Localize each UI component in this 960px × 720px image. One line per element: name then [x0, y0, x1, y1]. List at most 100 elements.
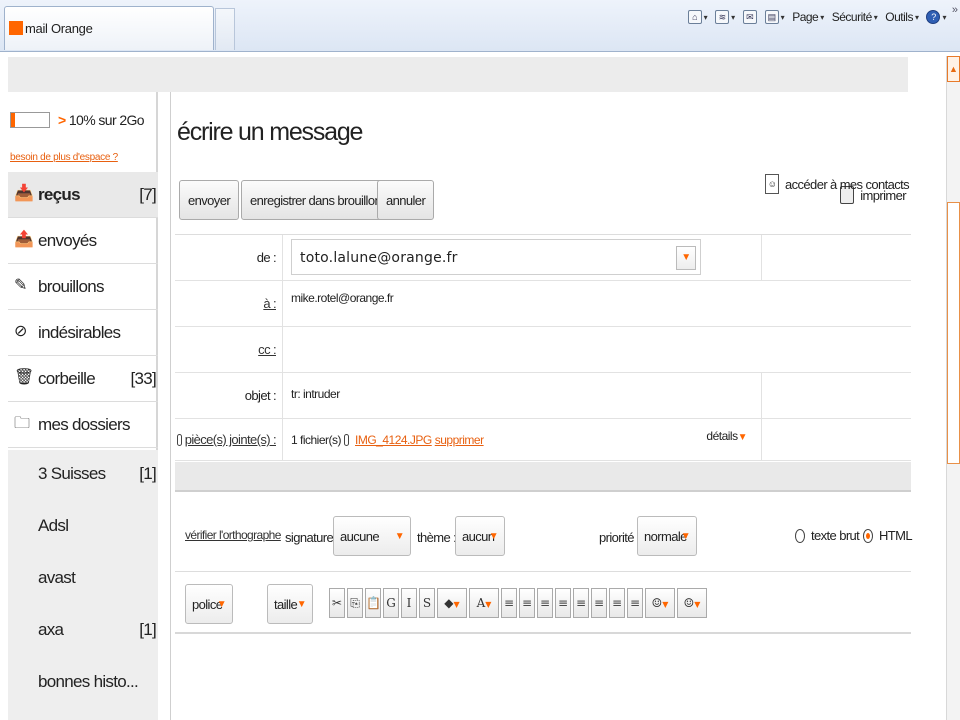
subject-row: objet : tr: intruder: [175, 373, 911, 419]
editor-toolbar: police ▼ taille ▼ ✂ ⎘ 📋 G I S ◆▼ A▼ ≡ ≡ ≡ ≡ ≡ ≡ ≡ ≡ ☺▼ ☺▼: [175, 572, 911, 634]
browser-tab[interactable]: mail Orange: [4, 6, 214, 50]
feeds-button[interactable]: ≋ ▾: [715, 10, 735, 24]
subfolder-item[interactable]: avast: [8, 554, 158, 606]
chevron-down-icon: ▼: [662, 600, 669, 609]
html-label: HTML: [879, 528, 913, 543]
help-menu[interactable]: ? ▾: [926, 10, 946, 24]
image-button[interactable]: ☺▼: [645, 588, 675, 618]
bullet-list-button[interactable]: ≡: [519, 588, 535, 618]
quota-label: 10% sur 2Go: [68, 112, 145, 128]
align-left-icon: ≡: [575, 596, 587, 610]
highlight-button[interactable]: ◆▼: [437, 588, 467, 618]
subfolder-label: avast: [38, 568, 76, 587]
send-button[interactable]: envoyer: [179, 180, 240, 220]
from-select[interactable]: toto.lalune@orange.fr ▼: [291, 239, 701, 275]
subfolder-item[interactable]: 3 Suisses [1]: [8, 450, 158, 502]
attachment-label: pièce(s) jointe(s) :: [184, 432, 277, 447]
scroll-up-arrow-icon[interactable]: ▲: [947, 56, 960, 82]
theme-select[interactable]: aucun ▼: [455, 516, 505, 556]
tools-menu[interactable]: Outils ▾: [885, 10, 919, 24]
page-scrollbar[interactable]: ▲: [946, 56, 960, 720]
print-button[interactable]: ▤ ▾: [764, 10, 785, 24]
page-title: écrire un message: [177, 118, 363, 146]
folder-sidebar: > 10% sur 2Go besoin de plus d'espace ? …: [8, 92, 158, 720]
security-menu[interactable]: Sécurité ▾: [832, 10, 878, 24]
image-icon: ☺: [651, 596, 663, 610]
folder-sent[interactable]: 📤 envoyés: [8, 218, 158, 264]
home-button[interactable]: ⌂ ▾: [687, 10, 708, 24]
contacts-link[interactable]: ☺ accéder à mes contacts: [761, 138, 911, 230]
scroll-thumb[interactable]: [947, 202, 960, 464]
html-radio[interactable]: HTML: [863, 528, 913, 543]
subfolder-item[interactable]: Adsl: [8, 502, 158, 554]
align-right-button[interactable]: ≡: [609, 588, 625, 618]
copy-icon: ⎘: [350, 596, 360, 610]
chevron-down-icon: ▼: [694, 600, 701, 609]
formatting-buttons: ✂ ⎘ 📋 G I S ◆▼ A▼ ≡ ≡ ≡ ≡ ≡ ≡ ≡ ≡ ☺▼ ☺▼: [329, 588, 707, 618]
subfolder-item[interactable]: axa [1]: [8, 606, 158, 658]
signature-select[interactable]: aucune ▼: [333, 516, 411, 556]
chevron-down-icon: ▼: [296, 598, 307, 610]
folder-trash[interactable]: 🗑 corbeille [33]: [8, 356, 158, 402]
chevron-down-icon[interactable]: ▼: [676, 246, 696, 270]
subfolder-label: Adsl: [38, 516, 69, 535]
details-toggle[interactable]: détails▼: [706, 429, 747, 443]
numbered-list-icon: ≡: [503, 596, 515, 610]
browser-toolbar: mail Orange ⌂ ▾ ≋ ▾ ✉ ▤ ▾ Page ▾ Sécurité ▾ O…: [0, 0, 960, 52]
to-label-link[interactable]: à :: [175, 281, 283, 326]
smiley-button[interactable]: ☺▼: [677, 588, 707, 618]
attachment-right-cell: [761, 419, 911, 460]
bullet-list-icon: ≡: [521, 596, 533, 610]
plain-text-label: texte brut: [811, 528, 860, 543]
mail-button[interactable]: ✉: [742, 10, 757, 24]
outdent-button[interactable]: ≡: [537, 588, 553, 618]
address-book-icon: ☺: [765, 174, 779, 194]
text-color-button[interactable]: A▼: [469, 588, 499, 618]
page-menu[interactable]: Page ▾: [792, 10, 824, 24]
home-icon: ⌂: [687, 10, 702, 24]
align-left-button[interactable]: ≡: [573, 588, 589, 618]
indent-button[interactable]: ≡: [555, 588, 571, 618]
subfolder-label: 3 Suisses: [38, 464, 106, 483]
attachment-file-link[interactable]: IMG_4124.JPG: [355, 433, 432, 447]
to-field[interactable]: mike.rotel@orange.fr: [287, 281, 759, 326]
cc-field[interactable]: [287, 327, 759, 372]
size-select[interactable]: taille ▼: [267, 584, 313, 624]
contacts-label: accéder à mes contacts: [785, 176, 910, 192]
storage-quota: > 10% sur 2Go: [8, 110, 158, 136]
cut-icon: ✂: [331, 596, 343, 610]
cut-button[interactable]: ✂: [329, 588, 345, 618]
subfolder-item[interactable]: bonnes histo...: [8, 658, 158, 710]
subject-field[interactable]: tr: intruder: [287, 373, 759, 418]
to-row: à : mike.rotel@orange.fr: [175, 281, 911, 327]
font-select[interactable]: police ▼: [185, 584, 233, 624]
remove-attachment-link[interactable]: supprimer: [435, 433, 484, 447]
new-tab-button[interactable]: [215, 8, 235, 50]
chevron-down-icon: ▼: [453, 600, 460, 609]
strike-button[interactable]: S: [419, 588, 435, 618]
orange-logo-icon: [9, 21, 23, 35]
folder-my-folders[interactable]: 🗀 mes dossiers: [8, 402, 158, 448]
attachment-label-link[interactable]: pièce(s) jointe(s) :: [175, 419, 283, 460]
save-draft-button[interactable]: enregistrer dans brouillons: [241, 180, 396, 220]
numbered-list-button[interactable]: ≡: [501, 588, 517, 618]
bold-button[interactable]: G: [383, 588, 399, 618]
copy-button[interactable]: ⎘: [347, 588, 363, 618]
paste-button[interactable]: 📋: [365, 588, 381, 618]
justify-button[interactable]: ≡: [627, 588, 643, 618]
align-center-button[interactable]: ≡: [591, 588, 607, 618]
folder-spam[interactable]: ⊘ indésirables: [8, 310, 158, 356]
folder-drafts[interactable]: ✎ brouillons: [8, 264, 158, 310]
quota-bar: [10, 112, 50, 128]
command-bar: ⌂ ▾ ≋ ▾ ✉ ▤ ▾ Page ▾ Sécurité ▾ Outils ▾ ? ▾: [687, 10, 946, 24]
priority-select[interactable]: normale ▼: [637, 516, 697, 556]
spellcheck-link[interactable]: vérifier l'orthographe: [185, 528, 281, 542]
compose-panel: écrire un message envoyer enregistrer da…: [170, 92, 913, 720]
more-tools-chevron-icon[interactable]: »: [952, 4, 958, 16]
cancel-button[interactable]: annuler: [377, 180, 435, 220]
italic-button[interactable]: I: [401, 588, 417, 618]
plain-text-radio[interactable]: texte brut: [795, 528, 860, 543]
more-space-link[interactable]: besoin de plus d'espace ?: [10, 152, 118, 163]
cc-label-link[interactable]: cc :: [175, 327, 283, 372]
folder-inbox[interactable]: 📥 reçus [7]: [8, 172, 158, 218]
